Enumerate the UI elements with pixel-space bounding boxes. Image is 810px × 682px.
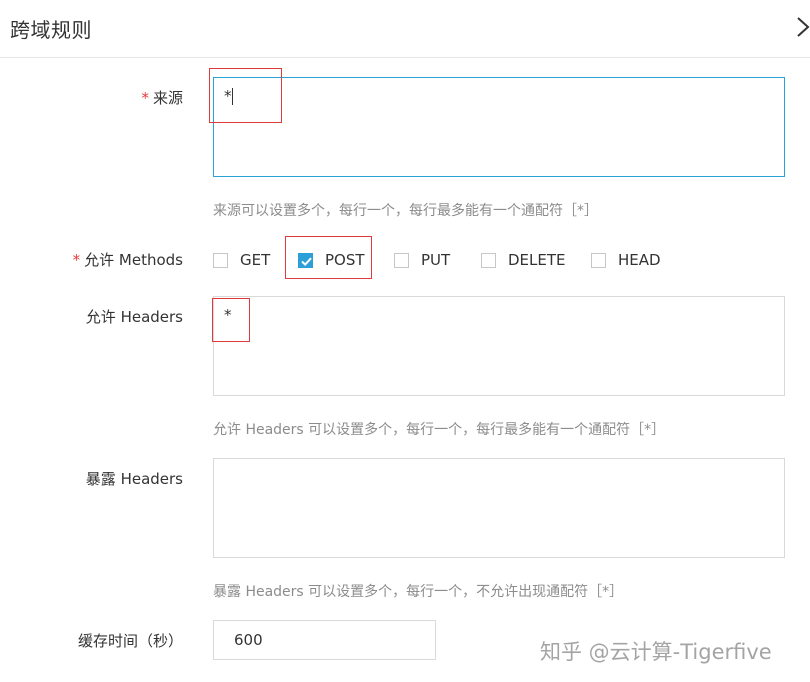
close-icon[interactable] [796,16,810,40]
source-label: * 来源 [141,87,183,108]
required-mark: * [141,89,149,107]
cache-time-input[interactable]: 600 [213,620,436,660]
panel-header: 跨域规则 [0,0,810,58]
cache-time-label: 缓存时间（秒） [77,632,183,650]
required-mark: * [72,251,81,269]
highlight-box-post [285,236,372,279]
expose-headers-label: 暴露 Headers [85,470,183,488]
checkbox-box[interactable] [394,252,409,268]
highlight-box-allow-headers [212,298,250,342]
expose-headers-textarea[interactable] [213,458,785,558]
method-checkbox-get[interactable]: GET [213,248,270,272]
watermark: 知乎 @云计算-Tigerfive [540,640,772,664]
checkbox-label: PUT [421,251,451,269]
expose-headers-hint: 暴露 Headers 可以设置多个，每行一个，不允许出现通配符［*］ [213,584,624,600]
allow-headers-textarea[interactable]: * [213,296,785,396]
highlight-box-source [209,68,282,123]
source-hint: 来源可以设置多个，每行一个，每行最多能有一个通配符［*］ [213,203,598,219]
method-checkbox-delete[interactable]: DELETE [481,248,566,272]
checkbox-box[interactable] [481,252,496,268]
method-checkbox-head[interactable]: HEAD [591,248,661,272]
checkbox-box[interactable] [591,252,606,268]
panel-title: 跨域规则 [10,18,92,42]
methods-label-text: 允许 Methods [84,251,183,269]
checkbox-box[interactable] [213,252,228,268]
source-label-text: 来源 [152,89,183,107]
cache-time-value: 600 [234,631,263,649]
checkbox-label: HEAD [618,251,661,269]
methods-label: * 允许 Methods [73,249,183,270]
method-checkbox-put[interactable]: PUT [394,248,450,272]
checkbox-label: GET [240,251,271,269]
allow-headers-label: 允许 Headers [85,308,183,326]
cors-rule-panel: 跨域规则 * 来源 * 来源可以设置多个，每行一个，每行最多能有一个通配符［*］ … [0,0,810,682]
allow-headers-hint: 允许 Headers 可以设置多个，每行一个，每行最多能有一个通配符［*］ [213,422,666,438]
checkbox-label: DELETE [508,251,566,269]
source-textarea[interactable]: * [213,77,785,177]
